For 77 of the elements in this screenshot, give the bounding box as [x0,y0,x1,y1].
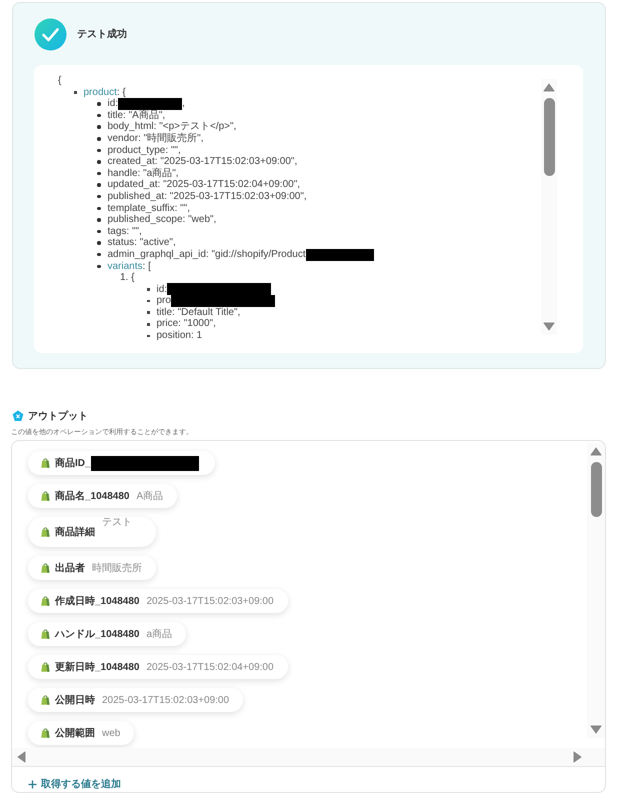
bullet-icon [147,300,150,302]
json-line: published_at: "2025-03-17T15:02:03+09:00", [108,190,307,203]
json-line: handle: "a商品", [108,168,179,180]
json-key-line: product: { [84,86,126,98]
json-line: status: "active", [108,237,176,249]
shopping-bag-icon [41,629,50,639]
output-chip[interactable]: 商品詳細 テスト [28,517,156,547]
bullet-icon [147,323,150,326]
bullet-icon [97,148,100,152]
bullet-icon [97,241,100,245]
hexagon-icon [12,410,24,422]
json-line: published_scope: "web", [108,214,216,226]
json-line: product_type: "", [108,144,181,156]
json-line: created_at: "2025-03-17T15:02:03+09:00", [108,156,298,168]
scroll-up-button[interactable] [543,83,555,92]
bullet-icon [147,334,150,338]
bullet-icon [147,311,150,314]
bullet-icon [97,160,100,164]
bullet-icon [97,114,100,118]
scroll-down-button[interactable] [543,322,555,331]
bullet-icon [97,194,100,198]
scroll-right-button[interactable] [573,751,582,763]
bullet-icon [97,102,100,106]
bullet-icon [97,230,100,234]
section-title: アウトプット [28,409,88,423]
json-line: title: "A商品", [108,110,166,122]
json-line: position: 1 [156,330,202,342]
shopping-bag-icon [41,527,50,537]
output-chip[interactable]: 出品者 時間販売所 [28,556,156,580]
json-brace: { [58,75,62,87]
bullet-icon [97,252,100,256]
list-index: 1. { [120,272,134,284]
json-line: price: "1000", [156,318,216,330]
bullet-icon [97,218,100,222]
json-line: id: [108,98,118,110]
bullet-icon [147,288,150,291]
json-line: tags: "", [108,226,142,238]
shopping-bag-icon [41,563,50,573]
shopping-bag-icon [41,596,50,606]
bullet-icon [97,172,100,176]
bullet-icon [97,206,100,210]
json-line: admin_graphql_api_id: "gid://shopify/Product [108,248,306,260]
shopping-bag-icon [41,491,50,501]
output-chip[interactable]: 公開日時 2025-03-17T15:02:03+09:00 [28,688,244,712]
bullet-icon [97,264,100,268]
output-chip[interactable]: 公開範囲 web [28,721,134,745]
scroll-down-button[interactable] [590,725,602,734]
output-chip[interactable]: ハンドル_1048480 a商品 [28,622,186,646]
json-line: vendor: "時間販売所", [108,132,204,145]
output-chip[interactable]: 商品ID_ [28,451,215,475]
shopping-bag-icon [41,695,50,705]
shopping-bag-icon [41,662,50,672]
output-chip[interactable]: 更新日時_1048480 2025-03-17T15:02:04+09:00 [28,655,288,679]
json-line: title: "Default Title", [156,306,240,318]
bullet-icon [74,91,76,94]
scrollbar-thumb[interactable] [544,98,554,176]
bullet-icon [97,137,100,141]
output-chip[interactable]: 作成日時_1048480 2025-03-17T15:02:03+09:00 [28,589,288,613]
json-line: updated_at: "2025-03-17T15:02:04+09:00", [108,179,300,191]
json-line: id: [156,284,168,296]
check-circle-icon [34,18,67,50]
shopping-bag-icon [41,458,50,468]
bullet-icon [97,183,100,187]
json-punctuation: , [182,98,185,110]
json-line: body_html: "<p>テスト</p>", [108,121,236,132]
add-value-button[interactable]: 取得する値を追加 [28,777,121,791]
json-key-line: variants: [ [108,260,151,272]
scroll-up-button[interactable] [590,447,602,456]
scrollbar-thumb[interactable] [590,462,602,517]
scroll-left-button[interactable] [17,751,26,763]
output-chip[interactable]: 商品名_1048480 A商品 [28,484,178,508]
plus-icon [28,780,37,788]
json-line: pro [156,295,171,307]
bullet-icon [97,125,100,129]
status-title: テスト成功 [77,28,127,41]
shopping-bag-icon [41,728,50,738]
json-line: template_suffix: "", [108,202,190,214]
